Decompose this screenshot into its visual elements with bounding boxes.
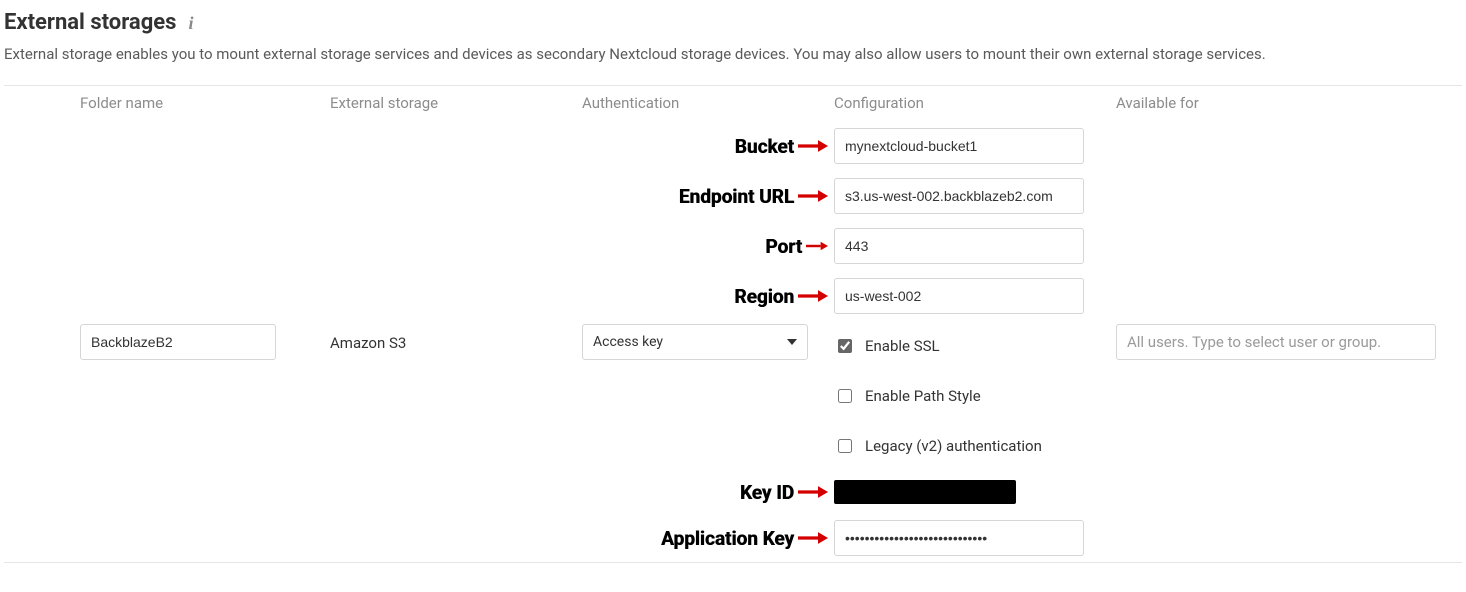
- external-storage-table: Folder name External storage Authenticat…: [4, 85, 1462, 563]
- app-key-input[interactable]: [834, 520, 1084, 556]
- enable-path-style-label: Enable Path Style: [865, 387, 981, 405]
- legacy-auth-label: Legacy (v2) authentication: [865, 437, 1042, 455]
- backend-label: Amazon S3: [330, 334, 406, 352]
- annotation-bucket: Bucket: [735, 135, 828, 158]
- region-input[interactable]: [834, 278, 1084, 314]
- annotation-key-id: Key ID: [740, 481, 828, 504]
- arrow-icon: [806, 238, 828, 254]
- page-description: External storage enables you to mount ex…: [4, 45, 1462, 63]
- annotation-region: Region: [734, 285, 828, 308]
- hostname-input[interactable]: [834, 178, 1084, 214]
- chevron-down-icon: [787, 339, 797, 345]
- port-input[interactable]: [834, 228, 1084, 264]
- table-header: Folder name External storage Authenticat…: [4, 86, 1462, 122]
- arrow-icon: [798, 138, 828, 154]
- folder-name-input[interactable]: [80, 324, 276, 360]
- available-for-input[interactable]: All users. Type to select user or group.: [1116, 324, 1436, 360]
- col-header-folder: Folder name: [80, 94, 330, 112]
- col-header-config: Configuration: [834, 94, 1116, 112]
- legacy-auth-row[interactable]: Legacy (v2) authentication: [834, 428, 1042, 464]
- auth-mechanism-value: Access key: [593, 334, 663, 350]
- col-header-auth: Authentication: [582, 94, 834, 112]
- legacy-auth-checkbox[interactable]: [838, 439, 852, 453]
- annotation-endpoint: Endpoint URL: [679, 185, 828, 208]
- enable-path-style-row[interactable]: Enable Path Style: [834, 378, 981, 414]
- arrow-icon: [798, 530, 828, 546]
- page-title-text: External storages: [4, 10, 176, 35]
- col-header-available: Available for: [1116, 94, 1462, 112]
- enable-ssl-label: Enable SSL: [865, 337, 940, 355]
- enable-ssl-checkbox[interactable]: [838, 339, 852, 353]
- info-icon[interactable]: i: [188, 14, 193, 32]
- page-title: External storages i: [4, 10, 1462, 35]
- arrow-icon: [798, 484, 828, 500]
- mount-row: Amazon S3 Access key Bucket: [4, 122, 1462, 562]
- enable-ssl-row[interactable]: Enable SSL: [834, 328, 940, 364]
- bucket-input[interactable]: [834, 128, 1084, 164]
- arrow-icon: [798, 288, 828, 304]
- key-id-input[interactable]: [834, 480, 1016, 504]
- col-header-backend: External storage: [330, 94, 582, 112]
- annotation-app-key: Application Key: [661, 527, 828, 550]
- arrow-icon: [798, 188, 828, 204]
- auth-mechanism-select[interactable]: Access key: [582, 324, 808, 360]
- enable-path-style-checkbox[interactable]: [838, 389, 852, 403]
- annotation-port: Port: [765, 235, 828, 258]
